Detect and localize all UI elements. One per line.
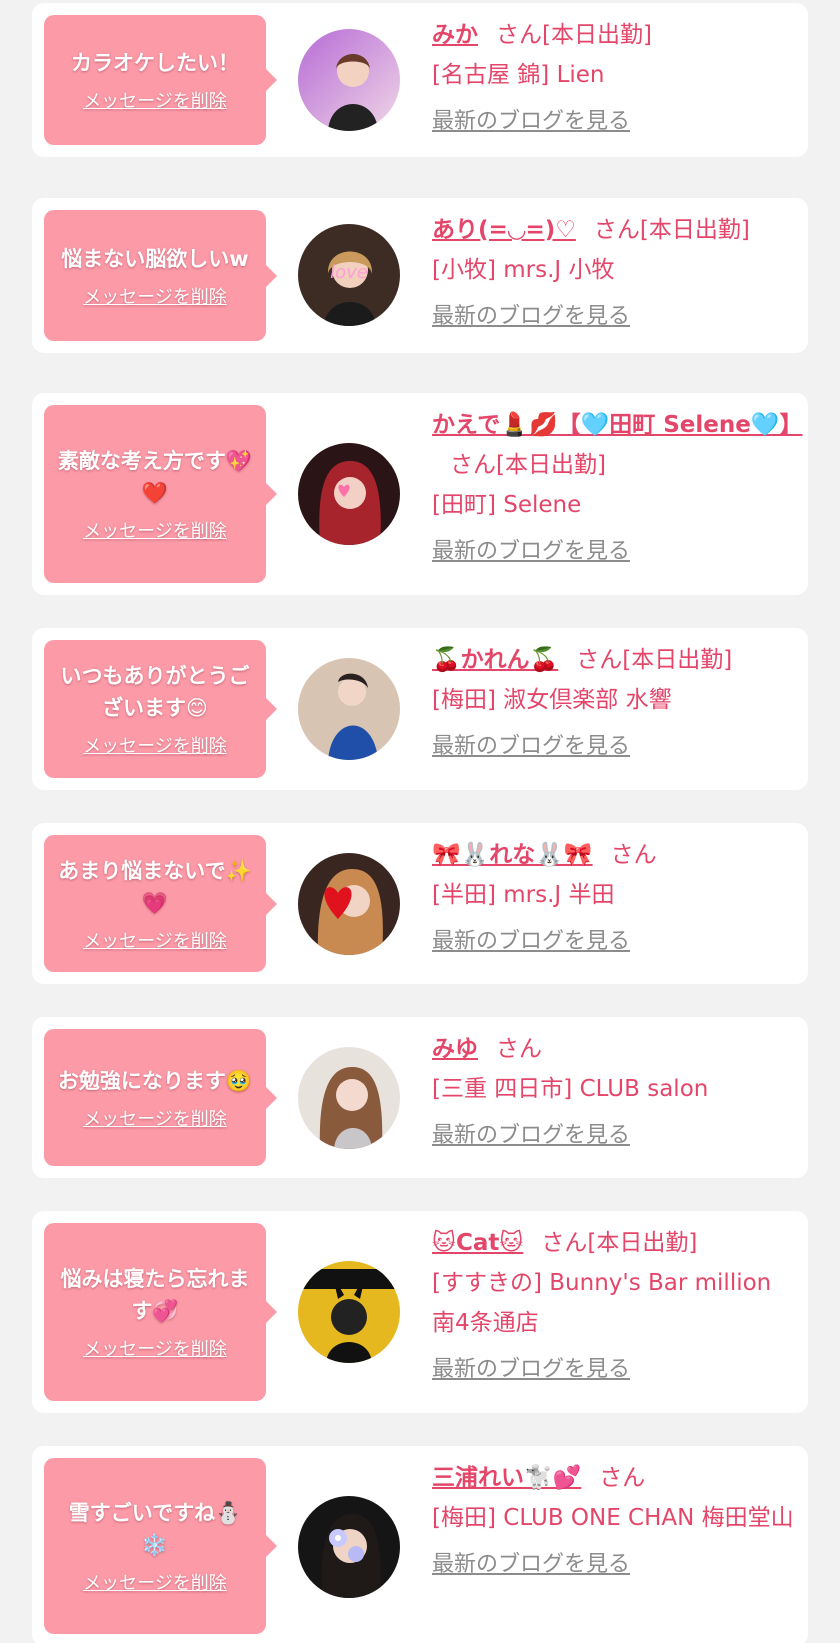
message-text: あまり悩まないで✨💗 [58,858,252,915]
message-bubble: 悩みは寝たら忘れます💞 メッセージを削除 [44,1223,277,1401]
message-text: 悩みは寝たら忘れます💞 [60,1267,250,1323]
latest-blog-link[interactable]: 最新のブログを見る [432,300,630,334]
delete-message-button[interactable]: メッセージを削除 [83,1573,227,1595]
avatar-image [298,1496,400,1598]
cast-name-link[interactable]: あり(=◡=)♡ [432,217,576,243]
cast-name-line: 🐱Cat🐱 さん[本日出勤] [432,1223,794,1263]
cast-name-line: 🍒かれん🍒 さん[本日出勤] [432,640,794,680]
latest-blog-link[interactable]: 最新のブログを見る [432,1548,630,1582]
cast-info: みか さん[本日出勤] [名古屋 錦] Lien 最新のブログを見る [432,15,794,141]
cast-name-line: 🎀🐰れな🐰🎀 さん [432,835,794,875]
cast-name-link[interactable]: 三浦れい🐩💕 [432,1465,581,1491]
delete-message-button[interactable]: メッセージを削除 [83,1339,227,1361]
cast-name-link[interactable]: 🍒かれん🍒 [432,647,558,673]
message-text: カラオケしたい！ [71,51,239,75]
cast-info: 🍒かれん🍒 さん[本日出勤] [梅田] 淑女倶楽部 水響 最新のブログを見る [432,640,794,766]
cast-name-link[interactable]: 🎀🐰れな🐰🎀 [432,842,593,868]
latest-blog-link[interactable]: 最新のブログを見る [432,1119,630,1153]
cast-status: さん[本日出勤] [450,452,606,478]
svg-text:love: love [330,262,368,283]
message-card: あまり悩まないで✨💗 メッセージを削除 🎀🐰れな🐰🎀 さん [半田] mrs.J … [32,823,808,984]
cast-status: さん[本日出勤] [593,217,750,243]
latest-blog-link[interactable]: 最新のブログを見る [432,925,630,959]
message-bubble: 雪すごいですね⛄❄️ メッセージを削除 [44,1458,277,1634]
avatar[interactable] [298,443,400,545]
avatar[interactable] [298,1047,400,1149]
store-name: [梅田] 淑女倶楽部 水響 [432,687,672,713]
avatar[interactable] [298,853,400,955]
avatar-image [298,443,400,545]
cast-name-link[interactable]: かえで💄💋【🩵田町 Selene🩵】 [432,412,803,438]
latest-blog-link[interactable]: 最新のブログを見る [432,535,630,569]
message-text: いつもありがとうございます😊 [60,664,250,720]
cast-status: さん[本日出勤] [576,647,733,673]
store-name: [名古屋 錦] Lien [432,62,605,88]
store-name: [半田] mrs.J 半田 [432,882,615,908]
avatar[interactable] [298,1261,400,1363]
message-bubble: 素敵な考え方です💖❤️ メッセージを削除 [44,405,277,583]
store-name: [田町] Selene [432,492,582,518]
store-name: [三重 四日市] CLUB salon [432,1076,709,1102]
cast-status: さん [496,1036,542,1062]
delete-message-button[interactable]: メッセージを削除 [83,521,227,543]
delete-message-button[interactable]: メッセージを削除 [83,736,227,758]
message-card: いつもありがとうございます😊 メッセージを削除 🍒かれん🍒 さん[本日出勤] [梅… [32,628,808,790]
cast-status: さん [610,842,657,868]
store-name: [すすきの] Bunny's Bar million 南4条通店 [432,1270,772,1336]
latest-blog-link[interactable]: 最新のブログを見る [432,730,630,764]
cast-status: さん[本日出勤] [541,1230,698,1256]
message-card: 雪すごいですね⛄❄️ メッセージを削除 三浦れい🐩💕 さん [梅田] CLUB O… [32,1446,808,1643]
cast-name-link[interactable]: 🐱Cat🐱 [432,1230,523,1256]
message-text: 雪すごいですね⛄❄️ [68,1501,242,1557]
message-card: 悩みは寝たら忘れます💞 メッセージを削除 🐱Cat🐱 さん[本日出勤] [すすきの… [32,1211,808,1413]
message-bubble: カラオケしたい！ メッセージを削除 [44,15,277,145]
cast-name-link[interactable]: みゆ [432,1036,478,1062]
avatar[interactable]: love [298,224,400,326]
message-text: 悩まない脳欲しいw [61,246,249,271]
delete-message-button[interactable]: メッセージを削除 [83,91,227,113]
message-bubble: 悩まない脳欲しいw メッセージを削除 [44,210,277,341]
cast-name-link[interactable]: みか [432,22,478,48]
cast-name-line: みか さん[本日出勤] [432,15,794,55]
delete-message-button[interactable]: メッセージを削除 [83,931,227,953]
store-name: [梅田] CLUB ONE CHAN 梅田堂山 [432,1505,794,1531]
message-card: カラオケしたい！ メッセージを削除 みか さん[本日出勤] [名古屋 錦] Lie… [32,3,808,157]
cast-info: あり(=◡=)♡ さん[本日出勤] [小牧] mrs.J 小牧 最新のブログを見る [432,210,794,336]
latest-blog-link[interactable]: 最新のブログを見る [432,105,630,139]
cast-status: さん [599,1465,646,1491]
message-bubble: あまり悩まないで✨💗 メッセージを削除 [44,835,277,972]
cast-name-line: みゆ さん [432,1029,794,1069]
avatar-image [298,658,400,760]
cast-info: 🎀🐰れな🐰🎀 さん [半田] mrs.J 半田 最新のブログを見る [432,835,794,961]
delete-message-button[interactable]: メッセージを削除 [83,287,227,309]
delete-message-button[interactable]: メッセージを削除 [83,1109,227,1131]
cast-info: みゆ さん [三重 四日市] CLUB salon 最新のブログを見る [432,1029,794,1155]
message-card: 素敵な考え方です💖❤️ メッセージを削除 かえで💄💋【🩵田町 Selene🩵】さ… [32,393,808,595]
cast-name-line: あり(=◡=)♡ さん[本日出勤] [432,210,794,250]
latest-blog-link[interactable]: 最新のブログを見る [432,1353,630,1387]
message-card: 悩まない脳欲しいw メッセージを削除 love あり(=◡=)♡ さん[本日出勤]… [32,198,808,353]
store-name: [小牧] mrs.J 小牧 [432,257,615,283]
avatar[interactable] [298,1496,400,1598]
cast-name-line: かえで💄💋【🩵田町 Selene🩵】さん[本日出勤] [432,405,803,485]
message-list: カラオケしたい！ メッセージを削除 みか さん[本日出勤] [名古屋 錦] Lie… [0,0,840,1643]
avatar-image [298,1047,400,1149]
cast-info: 🐱Cat🐱 さん[本日出勤] [すすきの] Bunny's Bar million… [432,1223,794,1389]
avatar[interactable] [298,658,400,760]
message-bubble: いつもありがとうございます😊 メッセージを削除 [44,640,277,778]
cast-info: かえで💄💋【🩵田町 Selene🩵】さん[本日出勤] [田町] Selene 最… [432,405,803,571]
avatar-image [298,1261,400,1363]
avatar[interactable] [298,29,400,131]
message-text: お勉強になります🥹 [57,1068,253,1093]
avatar-image [298,29,400,131]
message-text: 素敵な考え方です💖❤️ [57,449,253,505]
cast-status: さん[本日出勤] [496,22,652,48]
cast-name-line: 三浦れい🐩💕 さん [432,1458,794,1498]
message-bubble: お勉強になります🥹 メッセージを削除 [44,1029,277,1166]
avatar-image: love [298,224,400,326]
avatar-image [298,853,400,955]
message-card: お勉強になります🥹 メッセージを削除 みゆ さん [三重 四日市] CLUB sa… [32,1017,808,1178]
cast-info: 三浦れい🐩💕 さん [梅田] CLUB ONE CHAN 梅田堂山 最新のブログを… [432,1458,794,1584]
